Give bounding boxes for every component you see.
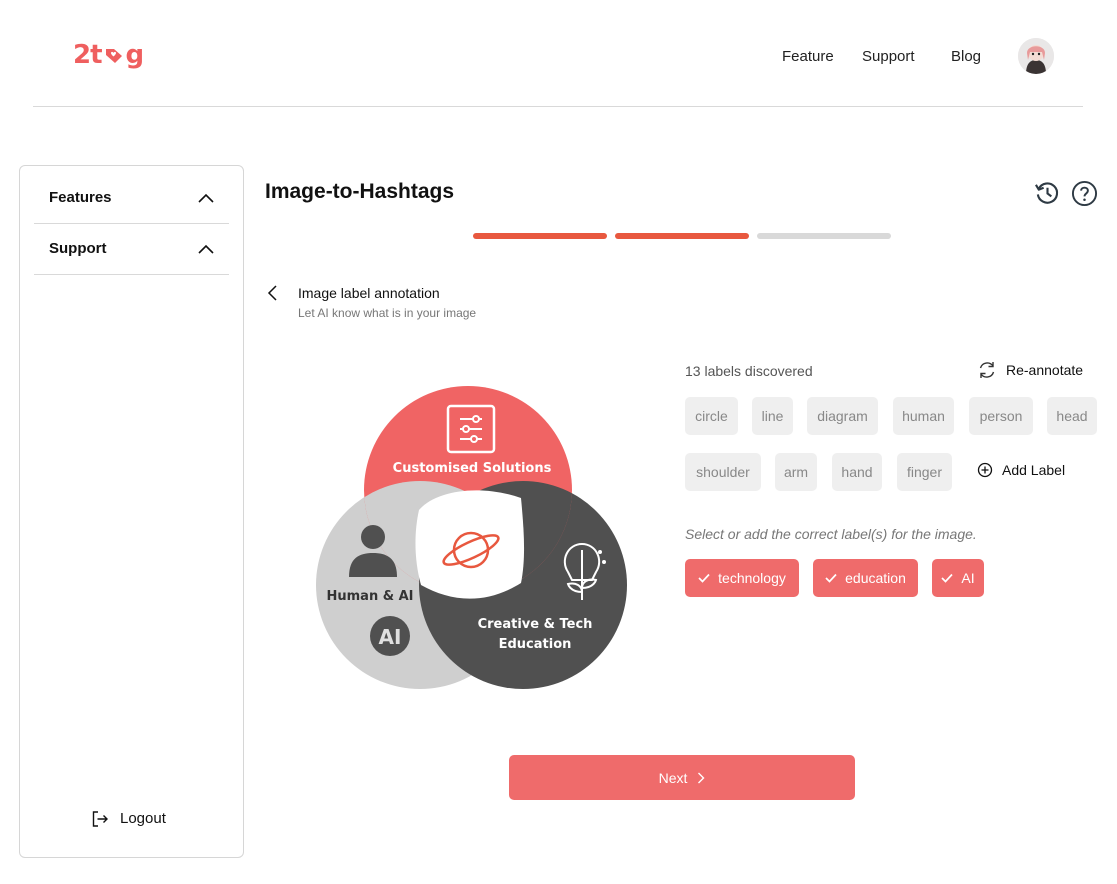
check-icon — [941, 573, 953, 583]
label-chip[interactable]: human — [893, 397, 954, 435]
label-chip[interactable]: arm — [775, 453, 817, 491]
selected-label-text: AI — [961, 570, 975, 586]
chevron-up-icon — [198, 193, 214, 203]
reannotate-label: Re-annotate — [1006, 362, 1084, 378]
step-title: Image label annotation — [298, 285, 440, 301]
history-icon[interactable] — [1034, 180, 1061, 207]
back-chevron-icon[interactable] — [264, 284, 282, 302]
add-label-text: Add Label — [1002, 462, 1066, 478]
ai-badge-icon: AI — [370, 616, 410, 656]
nav-feature[interactable]: Feature — [782, 48, 834, 65]
sidebar-item-label: Support — [49, 240, 107, 257]
user-avatar[interactable] — [1018, 38, 1054, 74]
progress-step-2 — [615, 233, 749, 239]
uploaded-image-venn-diagram: Customised Solutions Human & AI AI Creat… — [316, 386, 627, 689]
logo-text-right: g — [125, 40, 145, 70]
avatar-image — [1018, 38, 1054, 74]
venn-center — [415, 490, 525, 599]
chevron-right-icon — [698, 772, 705, 783]
label-chip[interactable]: line — [752, 397, 793, 435]
label-chip[interactable]: shoulder — [685, 453, 761, 491]
diagram-label-right-2: Education — [499, 637, 572, 652]
sidebar-item-support[interactable]: Support — [34, 223, 229, 275]
next-label: Next — [658, 769, 688, 786]
label-chip[interactable]: person — [969, 397, 1033, 435]
selected-label-chip[interactable]: education — [813, 559, 918, 597]
sidebar-item-label: Features — [49, 189, 112, 206]
refresh-icon — [979, 362, 995, 378]
logo-text-left: 2t — [73, 40, 103, 70]
diagram-label-right-1: Creative & Tech — [478, 617, 593, 632]
brand-logo[interactable]: 2t g — [73, 40, 145, 70]
page-title: Image-to-Hashtags — [265, 180, 455, 203]
check-icon — [825, 573, 837, 583]
sidebar-item-features[interactable]: Features — [34, 172, 229, 224]
selected-label-chip[interactable]: technology — [685, 559, 799, 597]
selected-label-chip[interactable]: AI — [932, 559, 984, 597]
svg-text:AI: AI — [379, 625, 402, 649]
selected-label-text: technology — [718, 570, 786, 586]
label-chip[interactable]: circle — [685, 397, 738, 435]
logout-label: Logout — [120, 810, 166, 827]
selection-hint: Select or add the correct label(s) for t… — [685, 526, 977, 542]
check-icon — [698, 573, 710, 583]
next-button[interactable]: Next — [509, 755, 855, 800]
progress-step-1 — [473, 233, 607, 239]
chevron-up-icon — [198, 244, 214, 254]
logout-icon — [92, 810, 108, 827]
header-divider — [33, 106, 1083, 107]
selected-label-text: education — [845, 570, 906, 586]
step-subtitle: Let AI know what is in your image — [298, 306, 477, 320]
sidebar: Features Support Logout — [19, 165, 244, 858]
tag-heart-icon — [105, 49, 122, 63]
diagram-label-left: Human & AI — [327, 589, 414, 604]
labels-count: 13 labels discovered — [685, 363, 813, 379]
help-icon[interactable] — [1071, 180, 1098, 207]
nav-support[interactable]: Support — [862, 48, 915, 65]
label-chip[interactable]: diagram — [807, 397, 878, 435]
diagram-label-top: Customised Solutions — [393, 461, 552, 476]
label-chip[interactable]: finger — [897, 453, 952, 491]
add-label-button[interactable]: Add Label — [977, 462, 1065, 478]
plus-circle-icon — [977, 462, 993, 478]
progress-step-3 — [757, 233, 891, 239]
header: 2t g Feature Support Blog — [0, 0, 1117, 107]
label-chip[interactable]: hand — [832, 453, 882, 491]
nav-blog[interactable]: Blog — [951, 48, 981, 65]
label-chip[interactable]: head — [1047, 397, 1097, 435]
reannotate-button[interactable]: Re-annotate — [977, 360, 1083, 380]
logout-button[interactable]: Logout — [92, 810, 166, 827]
